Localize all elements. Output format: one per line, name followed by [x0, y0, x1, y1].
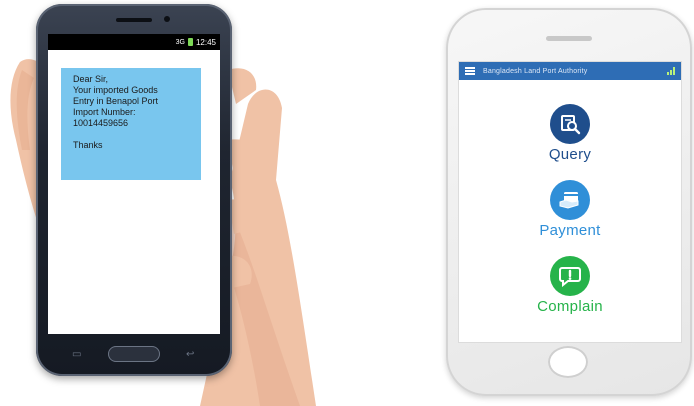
home-button[interactable]: [108, 346, 160, 362]
signal-label: 3G: [175, 38, 185, 46]
sms-phone-screen: 3G 12:45 Dear Sir, Your imported Goods E…: [48, 34, 220, 334]
sms-line: Your imported Goods: [73, 85, 158, 95]
scene: 3G 12:45 Dear Sir, Your imported Goods E…: [0, 0, 694, 406]
app-bar: Bangladesh Land Port Authority: [459, 62, 681, 80]
speaker: [546, 36, 592, 41]
query-button[interactable]: Query: [520, 104, 620, 163]
sms-line: 10014459656: [73, 118, 129, 128]
app-screen: Bangladesh Land Port Authority Query Pay…: [458, 61, 682, 343]
app-phone: Bangladesh Land Port Authority Query Pay…: [446, 8, 692, 396]
sms-message-bubble[interactable]: Dear Sir, Your imported Goods Entry in B…: [61, 68, 201, 180]
status-bar: 3G 12:45: [48, 34, 220, 50]
app-title: Bangladesh Land Port Authority: [483, 67, 588, 75]
sms-line: Import Number:: [73, 107, 136, 117]
back-softkey-icon[interactable]: ↩: [186, 349, 194, 360]
menu-softkey-icon[interactable]: ▭: [72, 349, 81, 360]
search-document-icon: [550, 104, 590, 144]
complain-button[interactable]: Complain: [520, 256, 620, 315]
complain-label: Complain: [537, 298, 603, 315]
alert-message-icon: [550, 256, 590, 296]
status-time: 12:45: [195, 37, 216, 47]
sms-line: Entry in Benapol Port: [73, 96, 159, 106]
sms-line: Thanks: [73, 140, 103, 150]
earpiece: [116, 18, 152, 22]
payment-button[interactable]: Payment: [520, 180, 620, 239]
home-button[interactable]: [548, 346, 588, 378]
hamburger-menu-icon[interactable]: [465, 67, 475, 75]
sms-line: Dear Sir,: [73, 74, 109, 84]
sms-phone: 3G 12:45 Dear Sir, Your imported Goods E…: [36, 4, 232, 376]
query-label: Query: [548, 146, 592, 163]
payment-card-icon: [550, 180, 590, 220]
sms-line-gap: [73, 129, 193, 140]
front-camera: [164, 16, 170, 22]
battery-icon: [187, 38, 193, 46]
signal-bars-icon: [667, 67, 675, 75]
payment-label: Payment: [539, 222, 601, 239]
